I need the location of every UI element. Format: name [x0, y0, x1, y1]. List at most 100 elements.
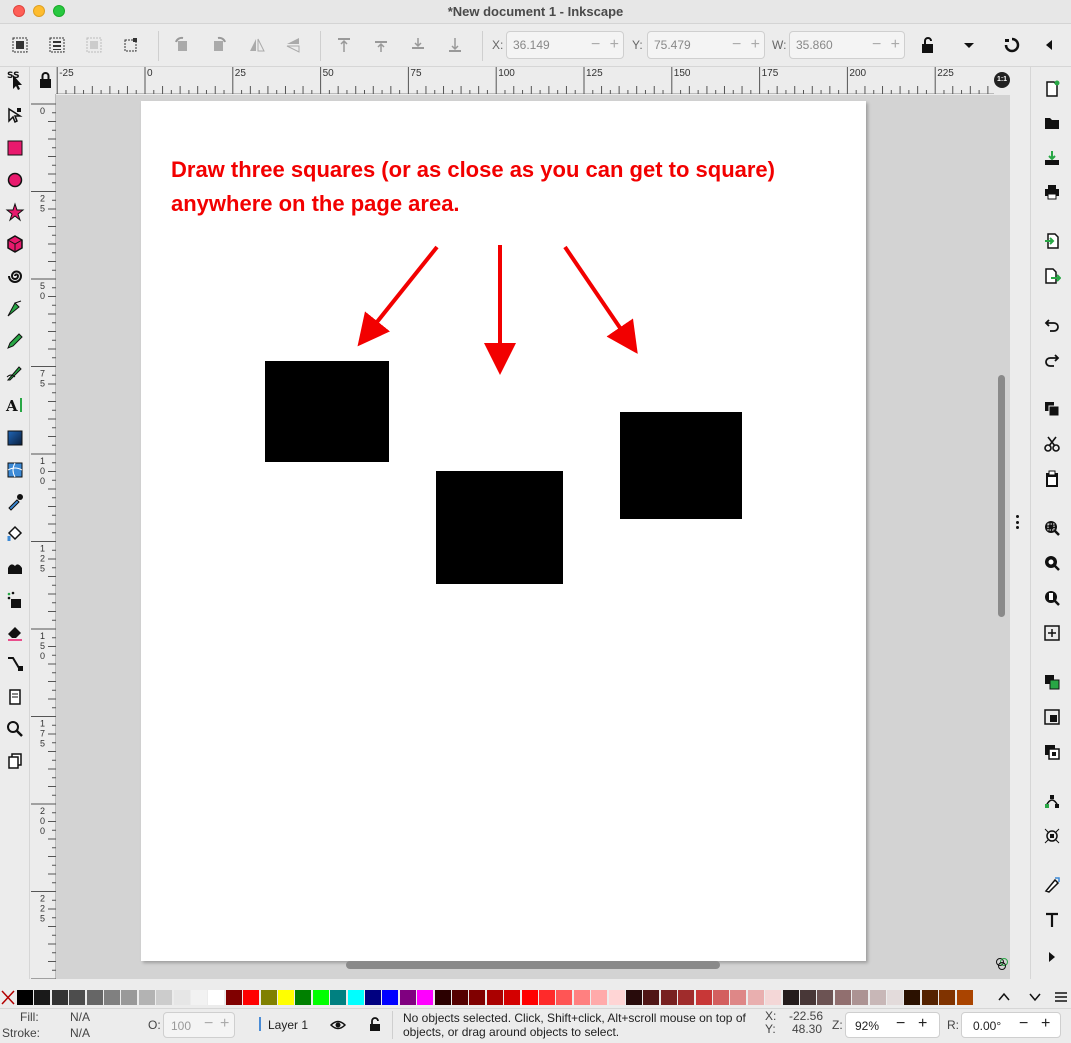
layer-visibility-icon[interactable] [329, 1017, 347, 1036]
star-tool-icon[interactable] [5, 202, 25, 222]
zoom-field[interactable]: 92% − + [845, 1012, 940, 1038]
select-all-layers-icon[interactable] [48, 36, 66, 54]
minus-icon[interactable]: − [872, 36, 881, 54]
color-swatch[interactable] [17, 990, 33, 1005]
canvas[interactable]: Draw three squares (or as close as you c… [56, 95, 994, 979]
square-2[interactable] [436, 471, 563, 584]
color-swatch[interactable] [765, 990, 782, 1005]
fill-value[interactable]: N/A [70, 1010, 90, 1024]
color-swatch[interactable] [452, 990, 468, 1005]
spray-tool-icon[interactable] [5, 590, 25, 610]
zoom-in-icon[interactable]: + [918, 1015, 927, 1033]
color-mode-icon[interactable] [994, 953, 1010, 975]
rotate-cw-icon[interactable] [210, 36, 228, 54]
color-swatch[interactable] [69, 990, 86, 1005]
color-swatch[interactable] [521, 990, 538, 1005]
w-field[interactable]: 35.860 − + [789, 31, 905, 59]
snap-toggle-icon[interactable] [1003, 36, 1021, 54]
horizontal-ruler[interactable]: -25 0 25 50 75 100 125 150 175 200 225 [56, 67, 994, 94]
color-swatch[interactable] [34, 990, 51, 1005]
open-file-icon[interactable] [1042, 113, 1062, 133]
eraser-tool-icon[interactable] [5, 622, 25, 642]
color-swatch[interactable] [643, 990, 660, 1005]
color-swatch[interactable] [225, 990, 242, 1005]
snap-popover-icon[interactable] [1040, 36, 1058, 54]
node-tool-icon[interactable] [5, 105, 25, 125]
minus-icon[interactable]: − [204, 1015, 213, 1033]
rectangle-tool-icon[interactable] [5, 138, 25, 158]
color-swatch[interactable] [573, 990, 590, 1005]
flip-vertical-icon[interactable] [284, 36, 302, 54]
mesh-tool-icon[interactable] [5, 460, 25, 480]
dropper-tool-icon[interactable] [5, 492, 25, 512]
ellipse-tool-icon[interactable] [5, 170, 25, 190]
zoom-tool-icon[interactable] [5, 719, 25, 739]
color-swatch[interactable] [887, 990, 903, 1005]
color-swatch[interactable] [86, 990, 103, 1005]
color-swatch[interactable] [660, 990, 677, 1005]
lower-to-bottom-icon[interactable] [446, 36, 464, 54]
spiral-tool-icon[interactable] [5, 266, 25, 286]
color-swatch[interactable] [956, 990, 973, 1005]
bezier-tool-icon[interactable] [5, 299, 25, 319]
color-swatch[interactable] [539, 990, 555, 1005]
color-swatch[interactable] [695, 990, 712, 1005]
rotate-minus-icon[interactable]: − [1019, 1015, 1028, 1033]
page-area[interactable]: Draw three squares (or as close as you c… [141, 101, 866, 961]
zoom-out-icon[interactable]: − [896, 1015, 905, 1033]
color-swatch[interactable] [417, 990, 434, 1005]
zoom-page-icon[interactable] [1042, 588, 1062, 608]
color-swatch[interactable] [904, 990, 921, 1005]
color-swatch[interactable] [208, 990, 225, 1005]
print-icon[interactable] [1042, 182, 1062, 202]
import-icon[interactable] [1042, 231, 1062, 251]
panel-handle-icon[interactable] [1016, 515, 1019, 529]
color-swatch[interactable] [939, 990, 956, 1005]
toolbar-overflow-icon[interactable] [960, 36, 978, 54]
color-swatch[interactable] [382, 990, 399, 1005]
color-swatch[interactable] [312, 990, 329, 1005]
stroke-value[interactable]: N/A [70, 1026, 90, 1040]
select-all-icon[interactable] [11, 36, 29, 54]
lower-icon[interactable] [409, 36, 427, 54]
color-swatch[interactable] [278, 990, 294, 1005]
color-swatch[interactable] [138, 990, 155, 1005]
plus-icon[interactable]: + [891, 36, 900, 54]
square-1[interactable] [265, 361, 389, 462]
color-swatch[interactable] [51, 990, 68, 1005]
selector-tool-icon[interactable]: SS [5, 70, 25, 90]
color-swatch[interactable] [834, 990, 851, 1005]
node-edit-icon[interactable] [1042, 826, 1062, 846]
minus-icon[interactable]: − [732, 36, 741, 54]
paste-icon[interactable] [1042, 469, 1062, 489]
color-swatch[interactable] [104, 990, 120, 1005]
color-swatch[interactable] [869, 990, 886, 1005]
rotation-field[interactable]: 0.00° − + [961, 1012, 1061, 1038]
save-icon[interactable] [1042, 148, 1062, 168]
color-swatch[interactable] [747, 990, 764, 1005]
rotate-ccw-icon[interactable] [173, 36, 191, 54]
palette-scroll-up-icon[interactable] [995, 988, 1013, 1006]
color-swatch[interactable] [556, 990, 573, 1005]
3d-box-tool-icon[interactable] [5, 234, 25, 254]
vertical-ruler[interactable]: 0255075100125150175200225 [31, 94, 56, 980]
text-font-icon[interactable] [1042, 910, 1062, 930]
color-swatch[interactable] [626, 990, 642, 1005]
color-swatch[interactable] [399, 990, 416, 1005]
zoom-drawing-icon[interactable] [1042, 553, 1062, 573]
group-icon[interactable] [1042, 672, 1062, 692]
x-field[interactable]: 36.149 − + [506, 31, 624, 59]
redo-icon[interactable] [1042, 350, 1062, 370]
color-swatch[interactable] [591, 990, 608, 1005]
color-swatch[interactable] [330, 990, 347, 1005]
horizontal-scrollbar[interactable] [346, 961, 720, 969]
raise-to-top-icon[interactable] [335, 36, 353, 54]
touch-select-icon[interactable] [122, 36, 140, 54]
pages-tool-icon[interactable] [5, 687, 25, 707]
square-3[interactable] [620, 412, 742, 519]
color-swatch[interactable] [191, 990, 207, 1005]
color-swatch[interactable] [730, 990, 747, 1005]
color-swatch[interactable] [365, 990, 381, 1005]
plus-icon[interactable]: + [610, 36, 619, 54]
color-swatch[interactable] [921, 990, 938, 1005]
